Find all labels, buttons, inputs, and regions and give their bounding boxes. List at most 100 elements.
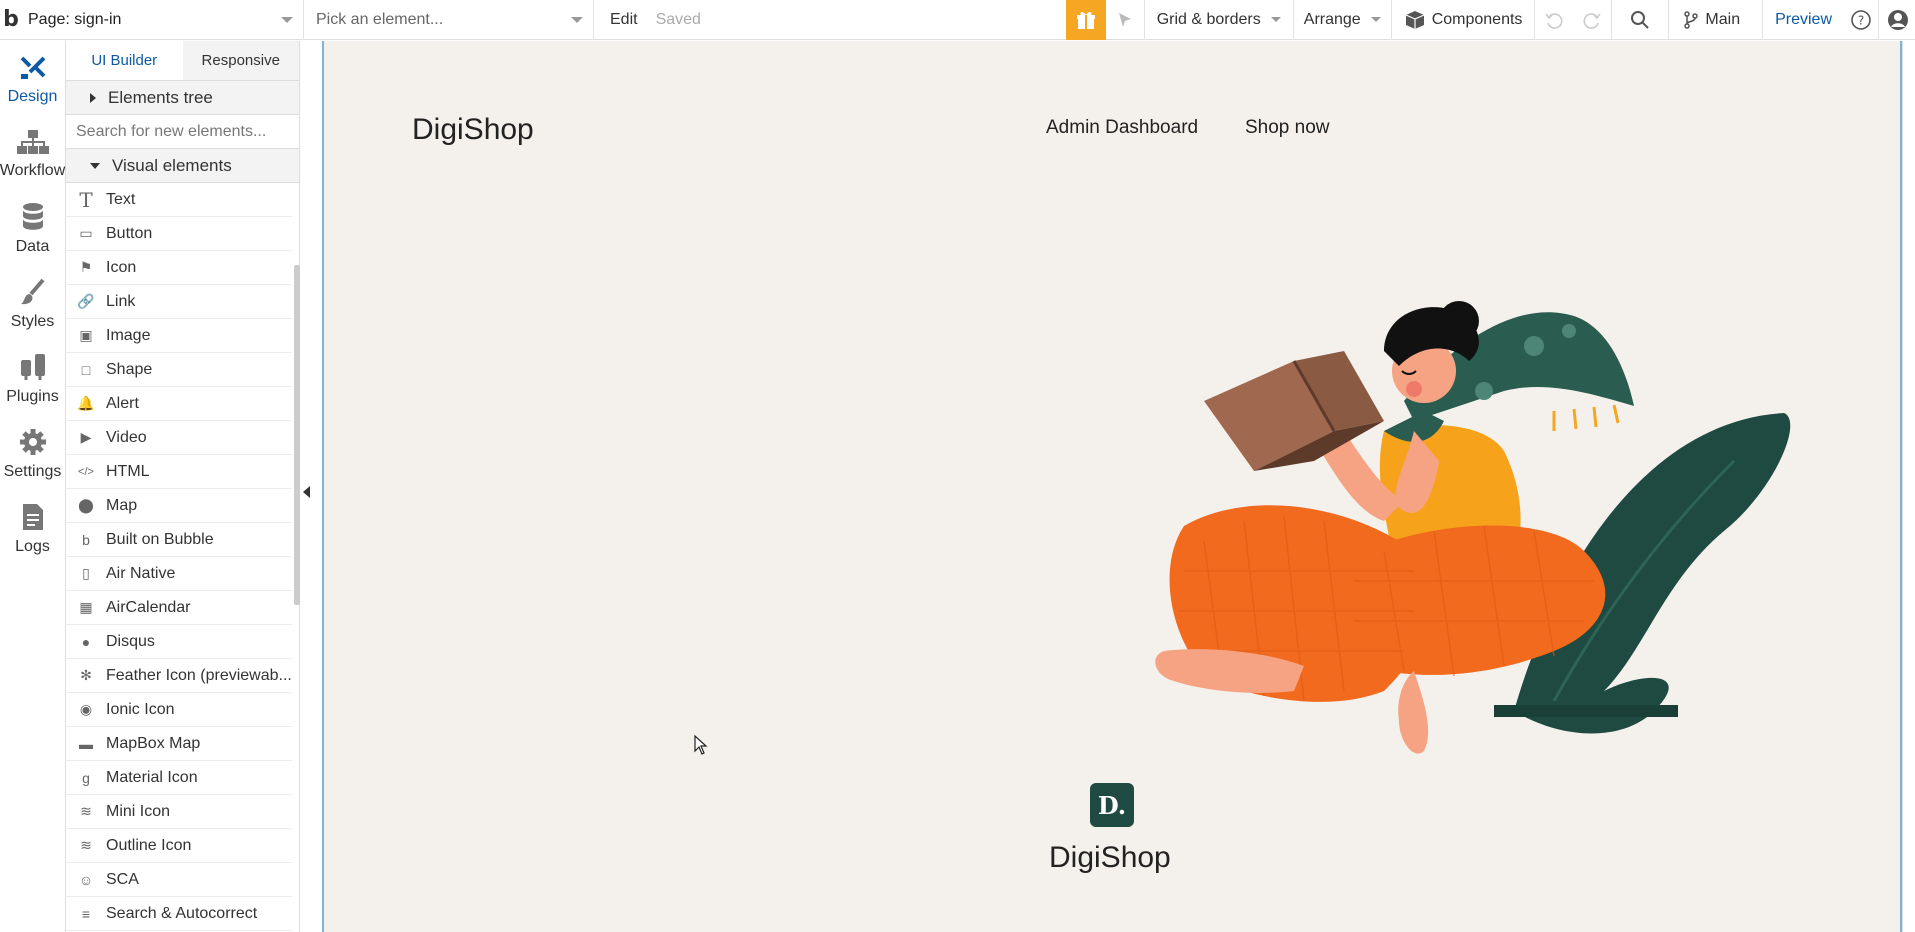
element-item-search-autocorrect[interactable]: ≡ Search & Autocorrect xyxy=(66,897,292,931)
nav-admin-dashboard[interactable]: Admin Dashboard xyxy=(1046,117,1198,139)
workflow-icon xyxy=(16,129,49,154)
phone-icon: ▯ xyxy=(82,565,90,581)
page-selector-label: Page: sign-in xyxy=(28,10,122,28)
element-item-feather-icon-previewab[interactable]: ✻ Feather Icon (previewab... xyxy=(66,659,292,693)
feather-icon: ✻ xyxy=(80,667,92,683)
nav-shop-now[interactable]: Shop now xyxy=(1245,117,1330,139)
cube-icon xyxy=(1405,10,1424,29)
ionic-icon: ◉ xyxy=(79,701,93,717)
rail-item-settings[interactable]: Settings xyxy=(0,416,65,491)
rail-item-logs[interactable]: Logs xyxy=(0,491,65,566)
element-item-air-native[interactable]: ▯ Air Native xyxy=(66,557,292,591)
element-list: T Text ▭ Button ⚑ Icon 🔗 Link ▣ Image □ Shape 🔔 Alert… xyxy=(66,183,300,931)
page-selector[interactable]: Page: sign-in xyxy=(22,0,304,40)
tab-responsive[interactable]: Responsive xyxy=(182,41,299,80)
element-item-text[interactable]: T Text xyxy=(66,183,292,217)
rail-label: Design xyxy=(7,87,58,105)
element-search xyxy=(66,115,299,149)
smiley-icon: ☺ xyxy=(78,871,94,888)
edit-menu[interactable]: Edit xyxy=(594,11,656,29)
preview-button[interactable]: Preview xyxy=(1763,11,1844,29)
plug-icon xyxy=(20,353,45,380)
element-item-built-on-bubble[interactable]: b Built on Bubble xyxy=(66,523,292,557)
link-icon: 🔗 xyxy=(77,293,95,309)
components-label: Components xyxy=(1431,10,1523,28)
element-item-aircalendar[interactable]: ▦ AirCalendar xyxy=(66,591,292,625)
search-icon[interactable] xyxy=(1612,0,1670,40)
rail-label: Styles xyxy=(10,312,55,330)
chevron-down-icon xyxy=(1270,17,1281,22)
element-item-label: Ionic Icon xyxy=(106,700,175,718)
element-picker[interactable]: Pick an element... xyxy=(304,0,594,40)
element-item-alert[interactable]: 🔔 Alert xyxy=(66,387,292,421)
undo-icon[interactable] xyxy=(1535,0,1573,40)
elements-tree-toggle[interactable]: Elements tree xyxy=(66,81,299,115)
code-icon: </> xyxy=(78,465,94,478)
element-item-label: Built on Bubble xyxy=(106,530,214,548)
header-brand[interactable]: DigiShop xyxy=(412,113,534,147)
element-item-ionic-icon[interactable]: ◉ Ionic Icon xyxy=(66,693,292,727)
element-item-shape[interactable]: □ Shape xyxy=(66,353,292,387)
brush-icon xyxy=(20,278,45,304)
element-item-label: Search & Autocorrect xyxy=(106,904,258,922)
element-item-image[interactable]: ▣ Image xyxy=(66,319,292,353)
right-gutter xyxy=(1902,41,1915,932)
document-icon xyxy=(22,503,43,530)
element-item-outline-icon[interactable]: ≋ Outline Icon xyxy=(66,829,292,863)
element-item-mapbox-map[interactable]: ▬ MapBox Map xyxy=(66,727,292,761)
panel-scrollbar[interactable] xyxy=(294,265,300,605)
arrange-menu[interactable]: Arrange xyxy=(1294,0,1392,40)
element-search-input[interactable] xyxy=(76,122,286,141)
chevron-down-icon xyxy=(1370,17,1381,22)
element-item-label: Disqus xyxy=(106,632,155,650)
element-item-disqus[interactable]: ● Disqus xyxy=(66,625,292,659)
branch-label: Main xyxy=(1705,10,1741,28)
branch-selector[interactable]: Main xyxy=(1669,0,1764,40)
element-item-mini-icon[interactable]: ≋ Mini Icon xyxy=(66,795,292,829)
element-item-icon[interactable]: ⚑ Icon xyxy=(66,251,292,285)
rail-label: Workflow xyxy=(0,161,66,179)
account-icon[interactable] xyxy=(1879,0,1915,40)
digishop-logo-badge[interactable]: D. xyxy=(1090,783,1134,827)
top-bar: b Page: sign-in Pick an element... Edit … xyxy=(0,0,1915,40)
element-item-link[interactable]: 🔗 Link xyxy=(66,285,292,319)
image-icon: ▣ xyxy=(79,327,93,343)
element-item-label: Link xyxy=(106,292,136,310)
rail-item-data[interactable]: Data xyxy=(0,191,65,266)
elements-tree-label: Elements tree xyxy=(108,87,213,107)
rail-item-styles[interactable]: Styles xyxy=(0,266,65,341)
tab-ui-builder[interactable]: UI Builder xyxy=(66,41,183,80)
element-item-sca[interactable]: ☺ SCA xyxy=(66,863,292,897)
element-item-map[interactable]: ⬤ Map xyxy=(66,489,292,523)
collapse-panel-icon[interactable] xyxy=(303,486,310,498)
redo-icon[interactable] xyxy=(1573,0,1613,40)
visual-elements-toggle[interactable]: Visual elements xyxy=(66,149,299,183)
bubble-logo[interactable]: b xyxy=(0,0,22,40)
element-item-label: Alert xyxy=(106,394,139,412)
element-item-label: Feather Icon (previewab... xyxy=(106,666,292,684)
grid-borders-menu[interactable]: Grid & borders xyxy=(1145,0,1294,40)
element-item-label: Outline Icon xyxy=(106,836,192,854)
rail-item-design[interactable]: Design xyxy=(0,41,65,116)
bell-icon: 🔔 xyxy=(77,395,95,411)
page-canvas[interactable]: DigiShop Admin Dashboard Shop now D. Dig… xyxy=(322,41,1902,932)
element-item-material-icon[interactable]: g Material Icon xyxy=(66,761,292,795)
rail-label: Settings xyxy=(3,462,62,480)
element-item-button[interactable]: ▭ Button xyxy=(66,217,292,251)
save-status: Saved xyxy=(655,10,701,28)
panel-tabs: UI Builder Responsive xyxy=(66,41,299,81)
reading-woman-illustration[interactable] xyxy=(1084,271,1824,791)
mouse-cursor-icon xyxy=(694,735,708,755)
element-item-video[interactable]: ▶ Video xyxy=(66,421,292,455)
element-item-html[interactable]: </> HTML xyxy=(66,455,292,489)
footer-brand[interactable]: DigiShop xyxy=(1049,841,1171,875)
help-icon[interactable]: ? xyxy=(1844,0,1879,40)
gift-icon[interactable] xyxy=(1065,0,1106,40)
branch-icon xyxy=(1684,10,1699,29)
rail-item-plugins[interactable]: Plugins xyxy=(0,341,65,416)
rail-item-workflow[interactable]: Workflow xyxy=(0,116,65,191)
select-cursor-icon[interactable] xyxy=(1106,0,1145,40)
button-icon: ▭ xyxy=(79,225,93,241)
element-item-label: Button xyxy=(106,224,153,242)
components-button[interactable]: Components xyxy=(1392,0,1536,40)
